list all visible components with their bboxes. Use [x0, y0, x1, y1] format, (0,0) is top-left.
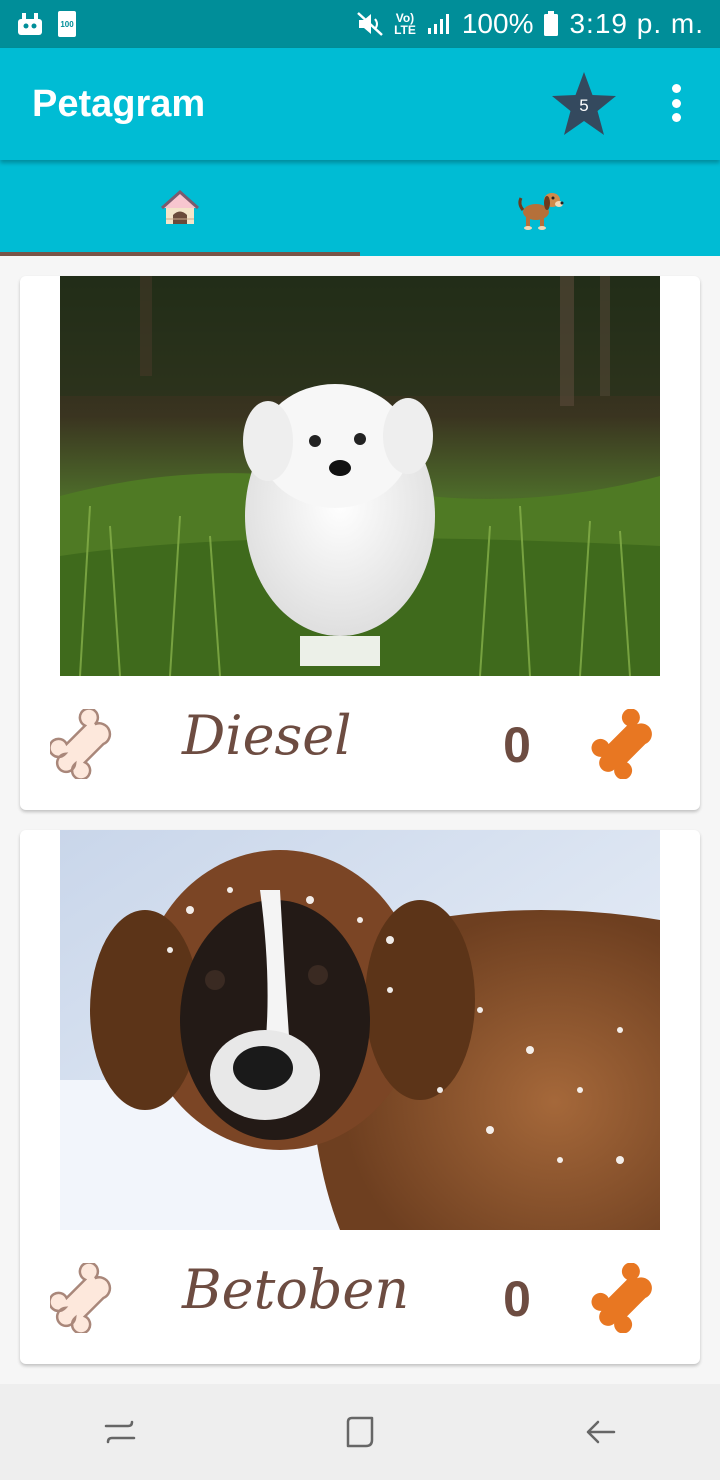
likes-count: 0: [503, 717, 531, 773]
dog-icon: [518, 193, 564, 230]
pet-name: Diesel: [182, 704, 352, 767]
status-bar: 100 Vo) LTE 100% 3:19 p. m.: [0, 0, 720, 48]
back-arrow-icon: [586, 1420, 616, 1444]
tab-indicator: [0, 252, 360, 256]
tab-bar: [0, 160, 720, 256]
overflow-dot: [671, 113, 681, 122]
bone-outline-icon: [50, 1263, 112, 1333]
like-bone-button[interactable]: [590, 709, 664, 779]
app-title: Petagram: [32, 82, 206, 125]
app-bar: Petagram 5: [0, 48, 720, 160]
tab-profile[interactable]: [360, 160, 720, 256]
dog-house-icon: [161, 190, 199, 224]
overflow-menu-button[interactable]: [660, 78, 692, 128]
clock: 3:19 p. m.: [569, 8, 704, 39]
pet-card-footer: Betoben 0: [20, 1230, 700, 1364]
volte-indicator: Vo) LTE: [394, 11, 416, 37]
back-button[interactable]: [570, 1402, 630, 1462]
pet-name: Betoben: [182, 1258, 410, 1321]
signal-icon: [427, 14, 449, 34]
app-notification-icon: [18, 13, 42, 35]
bone-outline-icon: [50, 709, 112, 779]
pet-photo: [60, 276, 660, 676]
battery-icon: [544, 11, 559, 36]
pet-card-footer: Diesel 0: [20, 676, 700, 810]
like-bone-button[interactable]: [590, 1263, 664, 1333]
tab-home[interactable]: [0, 160, 360, 256]
home-square-icon: [346, 1416, 374, 1448]
overflow-dot: [671, 98, 681, 108]
pet-card: Betoben 0: [20, 830, 700, 1364]
favorites-count: 5: [579, 96, 589, 115]
likes-count: 0: [503, 1271, 531, 1327]
recents-icon: [104, 1420, 136, 1444]
system-nav-bar: [0, 1384, 720, 1480]
battery-percent: 100%: [461, 8, 534, 39]
home-button[interactable]: [330, 1402, 390, 1462]
pet-photo: [60, 830, 660, 1230]
pet-card: Diesel 0: [20, 276, 700, 810]
mute-icon: [357, 12, 383, 36]
battery-saver-icon: 100: [58, 11, 76, 37]
overflow-dot: [671, 84, 681, 93]
recents-button[interactable]: [90, 1402, 150, 1462]
favorites-button[interactable]: 5: [548, 70, 620, 140]
